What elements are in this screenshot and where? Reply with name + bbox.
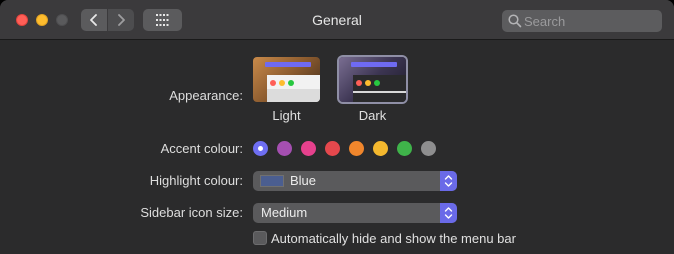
thumb-yellow-dot [279,80,285,86]
up-down-chevron-icon [444,175,453,187]
accent-colour-label: Accent colour: [160,141,243,156]
appearance-label: Appearance: [169,88,243,103]
highlight-colour-label: Highlight colour: [149,173,243,188]
title-bar: General [0,0,674,40]
search-input[interactable] [524,10,656,32]
system-preferences-window: General Appearance: Light Dark Accent co… [0,0,674,254]
thumb-accent-bar [265,62,311,67]
sidebar-icon-size-value: Medium [261,205,308,220]
thumb-green-dot [374,80,380,86]
appearance-light-option[interactable] [253,57,320,102]
accent-swatch-0[interactable] [253,141,268,156]
accent-swatch-4[interactable] [349,141,364,156]
accent-swatch-5[interactable] [373,141,388,156]
sidebar-icon-size-popup[interactable]: Medium [253,203,457,223]
appearance-dark-option[interactable] [339,57,406,102]
highlight-colour-value: Blue [290,173,317,188]
sidebar-icon-size-stepper[interactable] [440,203,457,223]
thumb-content [353,91,406,93]
highlight-stepper[interactable] [440,171,457,191]
thumb-red-dot [270,80,276,86]
thumb-yellow-dot [365,80,371,86]
highlight-colour-popup[interactable]: Blue [253,171,457,191]
up-down-chevron-icon [444,207,453,219]
menu-bar-autohide-label[interactable]: Automatically hide and show the menu bar [271,231,516,246]
search-field[interactable] [502,10,662,32]
appearance-dark-label[interactable]: Dark [339,108,406,123]
menu-bar-autohide-checkbox[interactable] [253,231,267,245]
thumb-window [353,75,406,102]
accent-swatch-3[interactable] [325,141,340,156]
accent-swatch-2[interactable] [301,141,316,156]
search-icon [508,14,522,28]
thumb-content [267,89,320,102]
thumb-accent-bar [351,62,397,67]
accent-swatch-6[interactable] [397,141,412,156]
highlight-colour-swatch [260,175,284,187]
accent-swatch-1[interactable] [277,141,292,156]
accent-swatch-7[interactable] [421,141,436,156]
thumb-green-dot [288,80,294,86]
thumb-red-dot [356,80,362,86]
sidebar-icon-size-label: Sidebar icon size: [140,205,243,220]
appearance-light-label[interactable]: Light [253,108,320,123]
